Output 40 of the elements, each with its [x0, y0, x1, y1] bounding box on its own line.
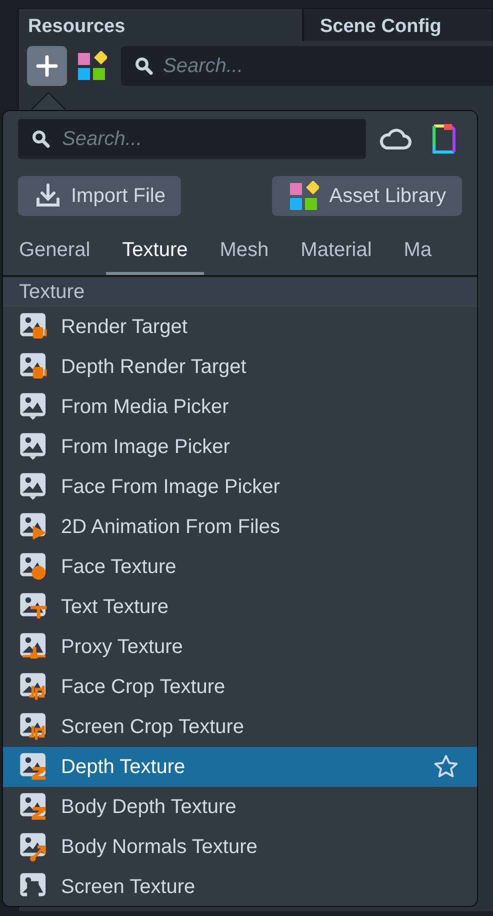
asset-library-icon — [289, 181, 320, 211]
library-button[interactable]: Asset Library — [272, 176, 462, 216]
star-icon[interactable] — [433, 754, 459, 780]
menu-item[interactable]: From Media Picker — [3, 387, 477, 427]
menu-item[interactable]: Depth Render Target — [3, 347, 477, 387]
menu-item[interactable]: Text Texture — [3, 587, 477, 627]
section-header: Texture — [3, 277, 477, 307]
menu-item[interactable]: Depth Texture — [3, 747, 477, 787]
texture-icon — [19, 512, 49, 542]
search-field[interactable]: Search... — [18, 119, 366, 159]
menu-item[interactable]: Screen Crop Texture — [3, 707, 477, 747]
menu-item[interactable]: Render Target — [3, 307, 477, 347]
menu-item[interactable]: Face Crop Texture — [3, 667, 477, 707]
menu-item[interactable]: Body Depth Texture — [3, 787, 477, 827]
category-tab[interactable]: Material — [284, 233, 388, 275]
document-icon[interactable] — [432, 124, 456, 154]
category-tab[interactable]: General — [3, 233, 106, 275]
texture-icon — [19, 832, 49, 862]
download-icon — [35, 183, 61, 209]
search-icon — [32, 130, 50, 148]
menu-item[interactable]: Screen Texture — [3, 867, 477, 906]
search-input[interactable]: Search... — [163, 54, 363, 78]
menu-item[interactable]: Body Normals Texture — [3, 827, 477, 867]
category-tab[interactable]: Mesh — [204, 233, 285, 275]
add-button[interactable] — [27, 46, 67, 86]
panel-tab[interactable]: Scene Config — [303, 8, 493, 41]
category-tab[interactable]: Ma — [388, 233, 448, 275]
panel-tab[interactable]: Resources — [18, 8, 303, 41]
menu-item[interactable]: Face From Image Picker — [3, 467, 477, 507]
menu-item[interactable]: 2D Animation From Files — [3, 507, 477, 547]
menu-item[interactable]: From Image Picker — [3, 427, 477, 467]
import-button[interactable]: Import File — [18, 176, 182, 216]
cloud-icon[interactable] — [378, 127, 412, 151]
menu-item[interactable]: Face Texture — [3, 547, 477, 587]
plus-icon — [36, 55, 58, 77]
search-input[interactable]: Search... — [62, 128, 352, 150]
search-icon — [135, 57, 153, 75]
asset-library-icon — [77, 51, 107, 81]
search-field[interactable]: Search... — [121, 46, 493, 86]
menu-item[interactable]: Proxy Texture — [3, 627, 477, 667]
